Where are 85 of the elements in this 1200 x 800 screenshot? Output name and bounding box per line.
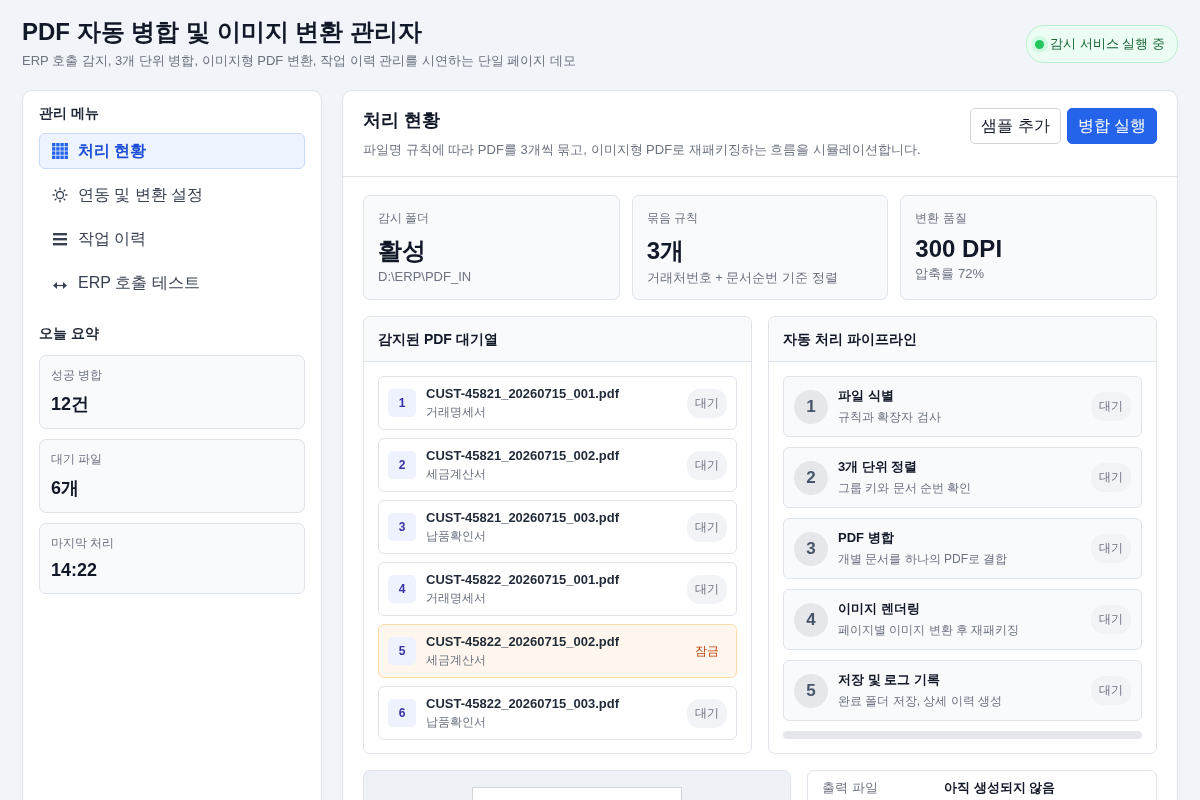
stat-value: 3개 xyxy=(646,236,685,266)
panel-title: 자동 처리 파이프라인 xyxy=(769,317,1156,362)
index-badge: 4 xyxy=(388,575,416,603)
stat-value: 활성 xyxy=(378,236,427,266)
step-description: 그룹 키와 문서 순번 확인 xyxy=(838,480,973,497)
document-type: 납품확인서 xyxy=(426,713,487,731)
index-badge: 3 xyxy=(388,513,416,541)
step-description: 개별 문서를 하나의 PDF로 결합 xyxy=(838,551,1009,568)
sidebar-item[interactable]: ERP 호출 테스트 xyxy=(39,265,305,301)
document-type: 세금계산서 xyxy=(426,651,487,669)
queue-item[interactable]: 5 CUST-45822_20260715_002.pdf 세금계산서 잠금 xyxy=(378,624,737,678)
summary-value: 14:22 xyxy=(51,560,99,581)
file-name: CUST-45821_20260715_001.pdf xyxy=(426,385,620,401)
section-description: 파일명 규칙에 따라 PDF를 3개씩 묶고, 이미지형 PDF로 재패키징하는 흐름을 시뮬레이션합니다. xyxy=(363,141,921,159)
status-label: 대기 xyxy=(687,388,727,418)
step-title: 이미지 렌더링 xyxy=(838,600,921,618)
status-label: 대기 xyxy=(1091,605,1131,634)
sidebar-item[interactable]: 작업 이력 xyxy=(39,221,305,257)
step-title: 파일 식별 xyxy=(838,387,895,405)
file-name: CUST-45822_20260715_001.pdf xyxy=(426,571,620,587)
queue-item[interactable]: 6 CUST-45822_20260715_003.pdf 납품확인서 대기 xyxy=(378,686,737,740)
summary-value: 6개 xyxy=(51,477,80,500)
add-sample-button[interactable]: 샘플 추가 xyxy=(970,108,1061,144)
step-number: 4 xyxy=(794,602,828,637)
file-name: CUST-45821_20260715_002.pdf xyxy=(426,447,620,463)
document-type: 거래명세서 xyxy=(426,589,487,607)
stat-value: 300 DPI xyxy=(915,235,1004,263)
stat-label: 감시 폴더 xyxy=(378,210,431,227)
menu-icon xyxy=(52,231,68,247)
index-badge: 1 xyxy=(388,389,416,417)
step-title: 3개 단위 정렬 xyxy=(838,458,919,476)
status-label: 잠금 xyxy=(694,642,720,660)
summary-heading: 오늘 요약 xyxy=(39,325,100,343)
page-title: PDF 자동 병합 및 이미지 변환 관리자 xyxy=(22,17,423,47)
output-value: 아직 생성되지 않음 xyxy=(944,779,1056,797)
merge-button[interactable]: 병합 실행 xyxy=(1066,108,1157,144)
sidebar-heading: 관리 메뉴 xyxy=(39,105,100,123)
step-description: 완료 폴더 저장, 상세 이력 생성 xyxy=(838,693,1003,710)
status-label: 대기 xyxy=(1091,392,1131,421)
page-subtitle: ERP 호출 감지, 3개 단위 병합, 이미지형 PDF 변환, 작업 이력 관리를 시연하는 단일 페이지 데모 xyxy=(22,52,576,70)
summary-label: 마지막 처리 xyxy=(51,535,116,552)
step-number: 3 xyxy=(794,531,828,566)
step-description: 규칙과 확장자 검사 xyxy=(838,409,942,426)
step-title: PDF 병합 xyxy=(838,529,895,547)
stat-label: 묶음 규칙 xyxy=(646,210,699,227)
index-badge: 2 xyxy=(388,451,416,479)
summary-value: 12건 xyxy=(51,393,91,416)
step-number: 1 xyxy=(794,389,828,424)
status-label: 대기 xyxy=(687,512,727,542)
section-title: 처리 현황 xyxy=(363,109,441,132)
sun-icon xyxy=(52,187,68,203)
queue-item[interactable]: 3 CUST-45821_20260715_003.pdf 납품확인서 대기 xyxy=(378,500,737,554)
document-type: 납품확인서 xyxy=(426,527,487,545)
index-badge: 6 xyxy=(388,699,416,727)
status-label: 대기 xyxy=(687,450,727,480)
stat-label: 변환 품질 xyxy=(915,210,968,227)
sidebar-item[interactable]: 처리 현황 xyxy=(39,133,305,169)
stat-note: 압축률 72% xyxy=(915,265,985,283)
status-label: 대기 xyxy=(1091,676,1131,705)
queue-item[interactable]: 4 CUST-45822_20260715_001.pdf 거래명세서 대기 xyxy=(378,562,737,616)
status-label: 대기 xyxy=(687,698,727,728)
index-badge: 5 xyxy=(388,637,416,665)
status-label: 대기 xyxy=(687,574,727,604)
document-type: 세금계산서 xyxy=(426,465,487,483)
service-status-label: 감시 서비스 실행 중 xyxy=(1050,35,1165,53)
document-type: 거래명세서 xyxy=(426,403,487,421)
stat-note: 거래처번호 + 문서순번 기준 정렬 xyxy=(646,269,839,287)
status-label: 대기 xyxy=(1091,463,1131,492)
status-label: 대기 xyxy=(1091,534,1131,563)
file-name: CUST-45821_20260715_003.pdf xyxy=(426,509,620,525)
file-name: CUST-45822_20260715_003.pdf xyxy=(426,695,620,711)
grid-icon xyxy=(52,143,68,159)
step-number: 5 xyxy=(794,673,828,708)
summary-label: 대기 파일 xyxy=(51,451,104,468)
file-name: CUST-45822_20260715_002.pdf xyxy=(426,633,620,649)
step-title: 저장 및 로그 기록 xyxy=(838,671,941,689)
sidebar-item[interactable]: 연동 및 변환 설정 xyxy=(39,177,305,213)
panel-title: 감지된 PDF 대기열 xyxy=(364,317,751,362)
output-label: 출력 파일 xyxy=(822,779,879,797)
stat-note: D:\ERP\PDF_IN xyxy=(378,269,473,284)
step-number: 2 xyxy=(794,460,828,495)
queue-item[interactable]: 2 CUST-45821_20260715_002.pdf 세금계산서 대기 xyxy=(378,438,737,492)
queue-item[interactable]: 1 CUST-45821_20260715_001.pdf 거래명세서 대기 xyxy=(378,376,737,430)
summary-label: 성공 병합 xyxy=(51,367,104,384)
step-description: 페이지별 이미지 변환 후 재패키징 xyxy=(838,622,1021,639)
